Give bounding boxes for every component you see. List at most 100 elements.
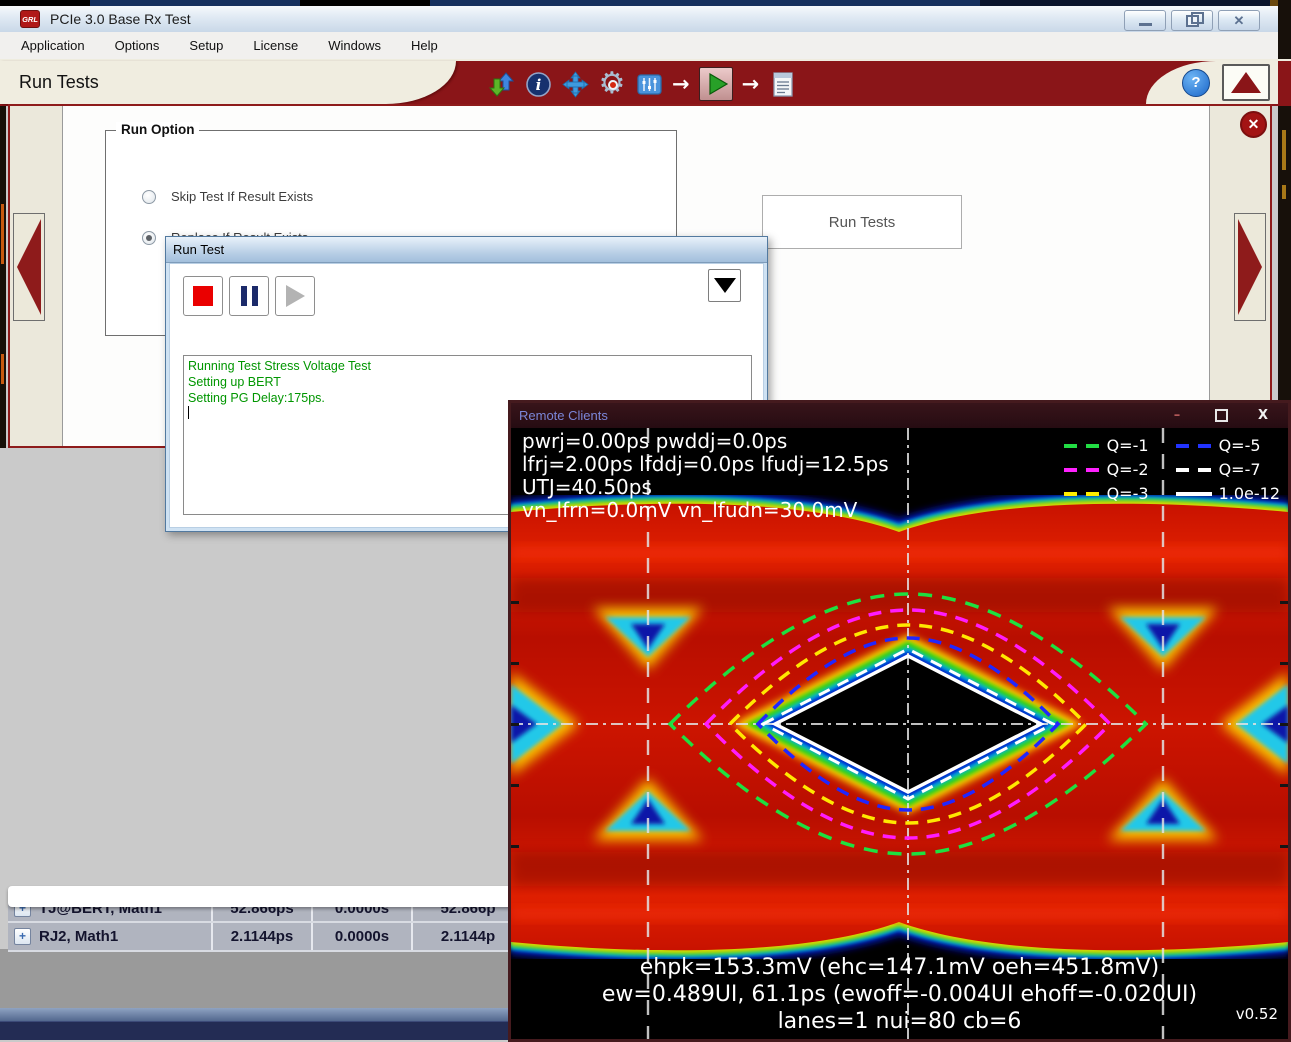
remote-clients-titlebar[interactable]: Remote Clients – X xyxy=(511,403,1288,428)
move-icon[interactable] xyxy=(561,70,589,98)
remote-clients-window: Remote Clients – X xyxy=(508,400,1291,1042)
legend-label: Q=-5 xyxy=(1219,436,1261,455)
minimize-icon xyxy=(1139,23,1152,26)
legend-entry: Q=-3 xyxy=(1064,484,1160,503)
legend-entry: 1.0e-12 xyxy=(1176,484,1280,503)
sort-updown-icon[interactable] xyxy=(487,70,515,98)
main-toolbar: Run Tests i ⚙ xyxy=(0,59,1291,106)
radio-skip-test-label[interactable]: Skip Test If Result Exists xyxy=(171,189,313,204)
mixer-panel-icon[interactable] xyxy=(635,70,663,98)
white-dash-swatch xyxy=(1176,468,1212,472)
version-label: v0.52 xyxy=(1236,1005,1278,1023)
edge-fleck xyxy=(1,354,4,384)
blue-dash-swatch xyxy=(1176,444,1212,448)
jitter-params: pwrj=0.00ps pwddj=0.0pslfrj=2.00ps lfddj… xyxy=(522,430,889,522)
text-caret xyxy=(188,406,189,419)
legend-entry: Q=-1 xyxy=(1064,436,1160,455)
run-test-dialog-title: Run Test xyxy=(173,242,224,257)
legend-label: Q=-3 xyxy=(1107,484,1149,503)
expand-row-icon[interactable]: + xyxy=(14,928,31,945)
measurement-line: ehpk=153.3mV (ehc=147.1mV oeh=451.8mV) xyxy=(511,954,1288,981)
toolbar-right-cluster: ? xyxy=(1146,61,1278,104)
help-icon[interactable]: ? xyxy=(1182,69,1210,97)
log-line: Running Test Stress Voltage Test xyxy=(188,358,747,374)
run-option-title: Run Option xyxy=(116,122,199,137)
edge-fleck xyxy=(1,204,4,264)
log-line: Setting up BERT xyxy=(188,374,747,390)
menu-license[interactable]: License xyxy=(238,38,313,53)
next-page-button[interactable] xyxy=(1234,213,1266,321)
run-play-button[interactable] xyxy=(699,67,733,101)
menu-options[interactable]: Options xyxy=(100,38,175,53)
legend-label: Q=-7 xyxy=(1219,460,1261,479)
legend-label: 1.0e-12 xyxy=(1219,484,1280,503)
legend-entry: Q=-5 xyxy=(1176,436,1280,455)
pause-icon xyxy=(241,286,258,306)
param-line: lfrj=2.00ps lfddj=0.0ps lfudj=12.5ps xyxy=(522,453,889,476)
pause-button[interactable] xyxy=(229,276,269,316)
svg-text:i: i xyxy=(535,76,541,94)
param-line: pwrj=0.00ps pwddj=0.0ps xyxy=(522,430,889,453)
app-logo-icon: GRL xyxy=(20,10,40,28)
menu-bar: Application Options Setup License Window… xyxy=(0,32,1278,59)
panel-close-button[interactable]: ✕ xyxy=(1240,111,1267,138)
menu-help[interactable]: Help xyxy=(396,38,453,53)
run-test-dialog-titlebar[interactable]: Run Test xyxy=(166,237,767,263)
magenta-dash-swatch xyxy=(1064,468,1100,472)
report-icon[interactable] xyxy=(768,70,796,98)
arrow-right-icon xyxy=(1238,219,1262,315)
run-tests-tab-label: Run Tests xyxy=(19,72,99,93)
info-icon[interactable]: i xyxy=(524,70,552,98)
edge-fleck xyxy=(1282,130,1286,170)
resume-button-disabled[interactable] xyxy=(275,276,315,316)
run-tests-button[interactable]: Run Tests xyxy=(762,195,962,249)
rc-close-button[interactable]: X xyxy=(1248,403,1278,428)
radio-replace-result[interactable] xyxy=(142,231,156,245)
measurement-line: ew=0.489UI, 61.1ps (ewoff=-0.004UI ehoff… xyxy=(511,981,1288,1008)
edge-fleck xyxy=(1282,185,1286,199)
rc-maximize-button[interactable] xyxy=(1206,403,1236,428)
restore-icon xyxy=(1186,15,1199,27)
measurement-line: lanes=1 nui=80 cb=6 xyxy=(511,1008,1288,1035)
contour-legend: Q=-1 Q=-5 Q=-2 Q=-7 Q=-3 1.0e-12 xyxy=(1064,436,1280,503)
menu-setup[interactable]: Setup xyxy=(174,38,238,53)
param-line: vn_lfrn=0.0mV vn_lfudn=30.0mV xyxy=(522,499,889,522)
arrow-left-icon xyxy=(17,219,41,315)
collapse-panel-button[interactable] xyxy=(1222,64,1270,101)
row-value: 2.1144ps xyxy=(231,928,294,945)
menu-application[interactable]: Application xyxy=(0,38,100,53)
stop-button[interactable] xyxy=(183,276,223,316)
app-title: PCIe 3.0 Base Rx Test xyxy=(50,11,191,27)
white-solid-swatch xyxy=(1176,492,1212,496)
run-tests-tab: Run Tests xyxy=(0,61,456,104)
play-icon xyxy=(286,285,305,307)
row-name: RJ2, Math1 xyxy=(39,928,118,945)
triangle-down-icon xyxy=(714,278,736,293)
close-icon: ✕ xyxy=(1234,13,1245,29)
app-titlebar[interactable]: GRL PCIe 3.0 Base Rx Test ✕ xyxy=(0,6,1278,33)
restore-button[interactable] xyxy=(1171,10,1213,31)
close-button[interactable]: ✕ xyxy=(1218,10,1260,31)
remote-clients-title: Remote Clients xyxy=(519,408,608,423)
play-icon xyxy=(702,70,730,98)
rc-minimize-button[interactable]: – xyxy=(1162,403,1192,428)
flow-arrow-icon: → xyxy=(742,72,760,96)
flow-arrow-icon: → xyxy=(672,72,690,96)
legend-label: Q=-2 xyxy=(1107,460,1149,479)
legend-entry: Q=-2 xyxy=(1064,460,1160,479)
param-line: UTJ=40.50ps xyxy=(522,476,889,499)
maximize-icon xyxy=(1215,409,1228,422)
gear-icon[interactable]: ⚙ xyxy=(598,70,626,98)
stop-icon xyxy=(193,286,213,306)
row-value: 2.1144p xyxy=(441,928,495,945)
background-window-left-edge xyxy=(0,104,6,448)
menu-windows[interactable]: Windows xyxy=(313,38,396,53)
radio-skip-test[interactable] xyxy=(142,190,156,204)
prev-page-button[interactable] xyxy=(13,213,45,321)
yellow-dash-swatch xyxy=(1064,492,1100,496)
legend-entry: Q=-7 xyxy=(1176,460,1280,479)
dropdown-button[interactable] xyxy=(708,269,741,302)
legend-label: Q=-1 xyxy=(1107,436,1149,455)
minimize-button[interactable] xyxy=(1124,10,1166,31)
row-value: 0.0000s xyxy=(335,928,389,945)
